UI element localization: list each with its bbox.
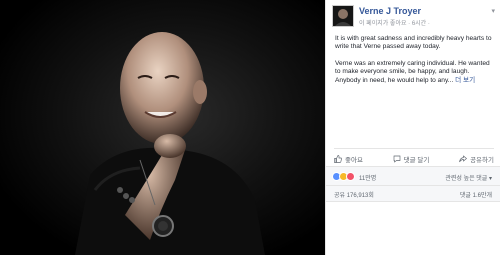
comment-sort-dropdown[interactable]: 관련성 높은 댓글 ▾ bbox=[445, 173, 492, 182]
reactions-bar: 11만명 관련성 높은 댓글 ▾ bbox=[326, 166, 500, 186]
facebook-post: Verne J Troyer 이 페이지가 좋아요 · 6시간 · ▾ It i… bbox=[0, 0, 500, 255]
post-paragraph: It is with great sadness and incredibly … bbox=[335, 35, 492, 51]
portrait-image bbox=[75, 32, 265, 255]
reaction-icons[interactable] bbox=[332, 172, 355, 181]
avatar-image bbox=[333, 6, 353, 26]
post-body: It is with great sadness and incredibly … bbox=[335, 35, 495, 93]
shares-bar: 공유 176,913회 댓글 1.6만개 bbox=[326, 186, 500, 202]
post-meta: 이 페이지가 좋아요 · 6시간 · bbox=[359, 21, 430, 27]
post-header: Verne J Troyer 이 페이지가 좋아요 · 6시간 · ▾ bbox=[332, 5, 497, 29]
see-more-link[interactable]: 더 보기 bbox=[455, 77, 475, 84]
reaction-count[interactable]: 11만명 bbox=[359, 173, 376, 182]
share-button[interactable]: 공유하기 bbox=[459, 151, 494, 167]
comment-button[interactable]: 댓글 달기 bbox=[393, 151, 430, 167]
post-photo[interactable] bbox=[0, 0, 325, 255]
post-side-panel: Verne J Troyer 이 페이지가 좋아요 · 6시간 · ▾ It i… bbox=[325, 0, 500, 255]
share-count[interactable]: 공유 176,913회 bbox=[334, 190, 374, 199]
page-name-link[interactable]: Verne J Troyer bbox=[359, 6, 421, 16]
share-label: 공유하기 bbox=[470, 157, 494, 164]
like-button[interactable]: 좋아요 bbox=[334, 151, 363, 167]
share-arrow-icon bbox=[459, 155, 468, 163]
post-paragraph-truncated: Verne was an extremely caring individual… bbox=[335, 60, 495, 85]
avatar[interactable] bbox=[332, 5, 354, 27]
love-reaction-icon bbox=[346, 172, 355, 181]
like-label: 좋아요 bbox=[345, 157, 363, 164]
comment-label: 댓글 달기 bbox=[403, 157, 430, 164]
chevron-down-icon[interactable]: ▾ bbox=[491, 7, 495, 15]
comment-count[interactable]: 댓글 1.6만개 bbox=[460, 190, 492, 199]
thumbs-up-icon bbox=[334, 155, 342, 163]
speech-bubble-icon bbox=[393, 155, 400, 163]
post-actions: 좋아요 댓글 달기 공유하기 bbox=[334, 148, 494, 167]
